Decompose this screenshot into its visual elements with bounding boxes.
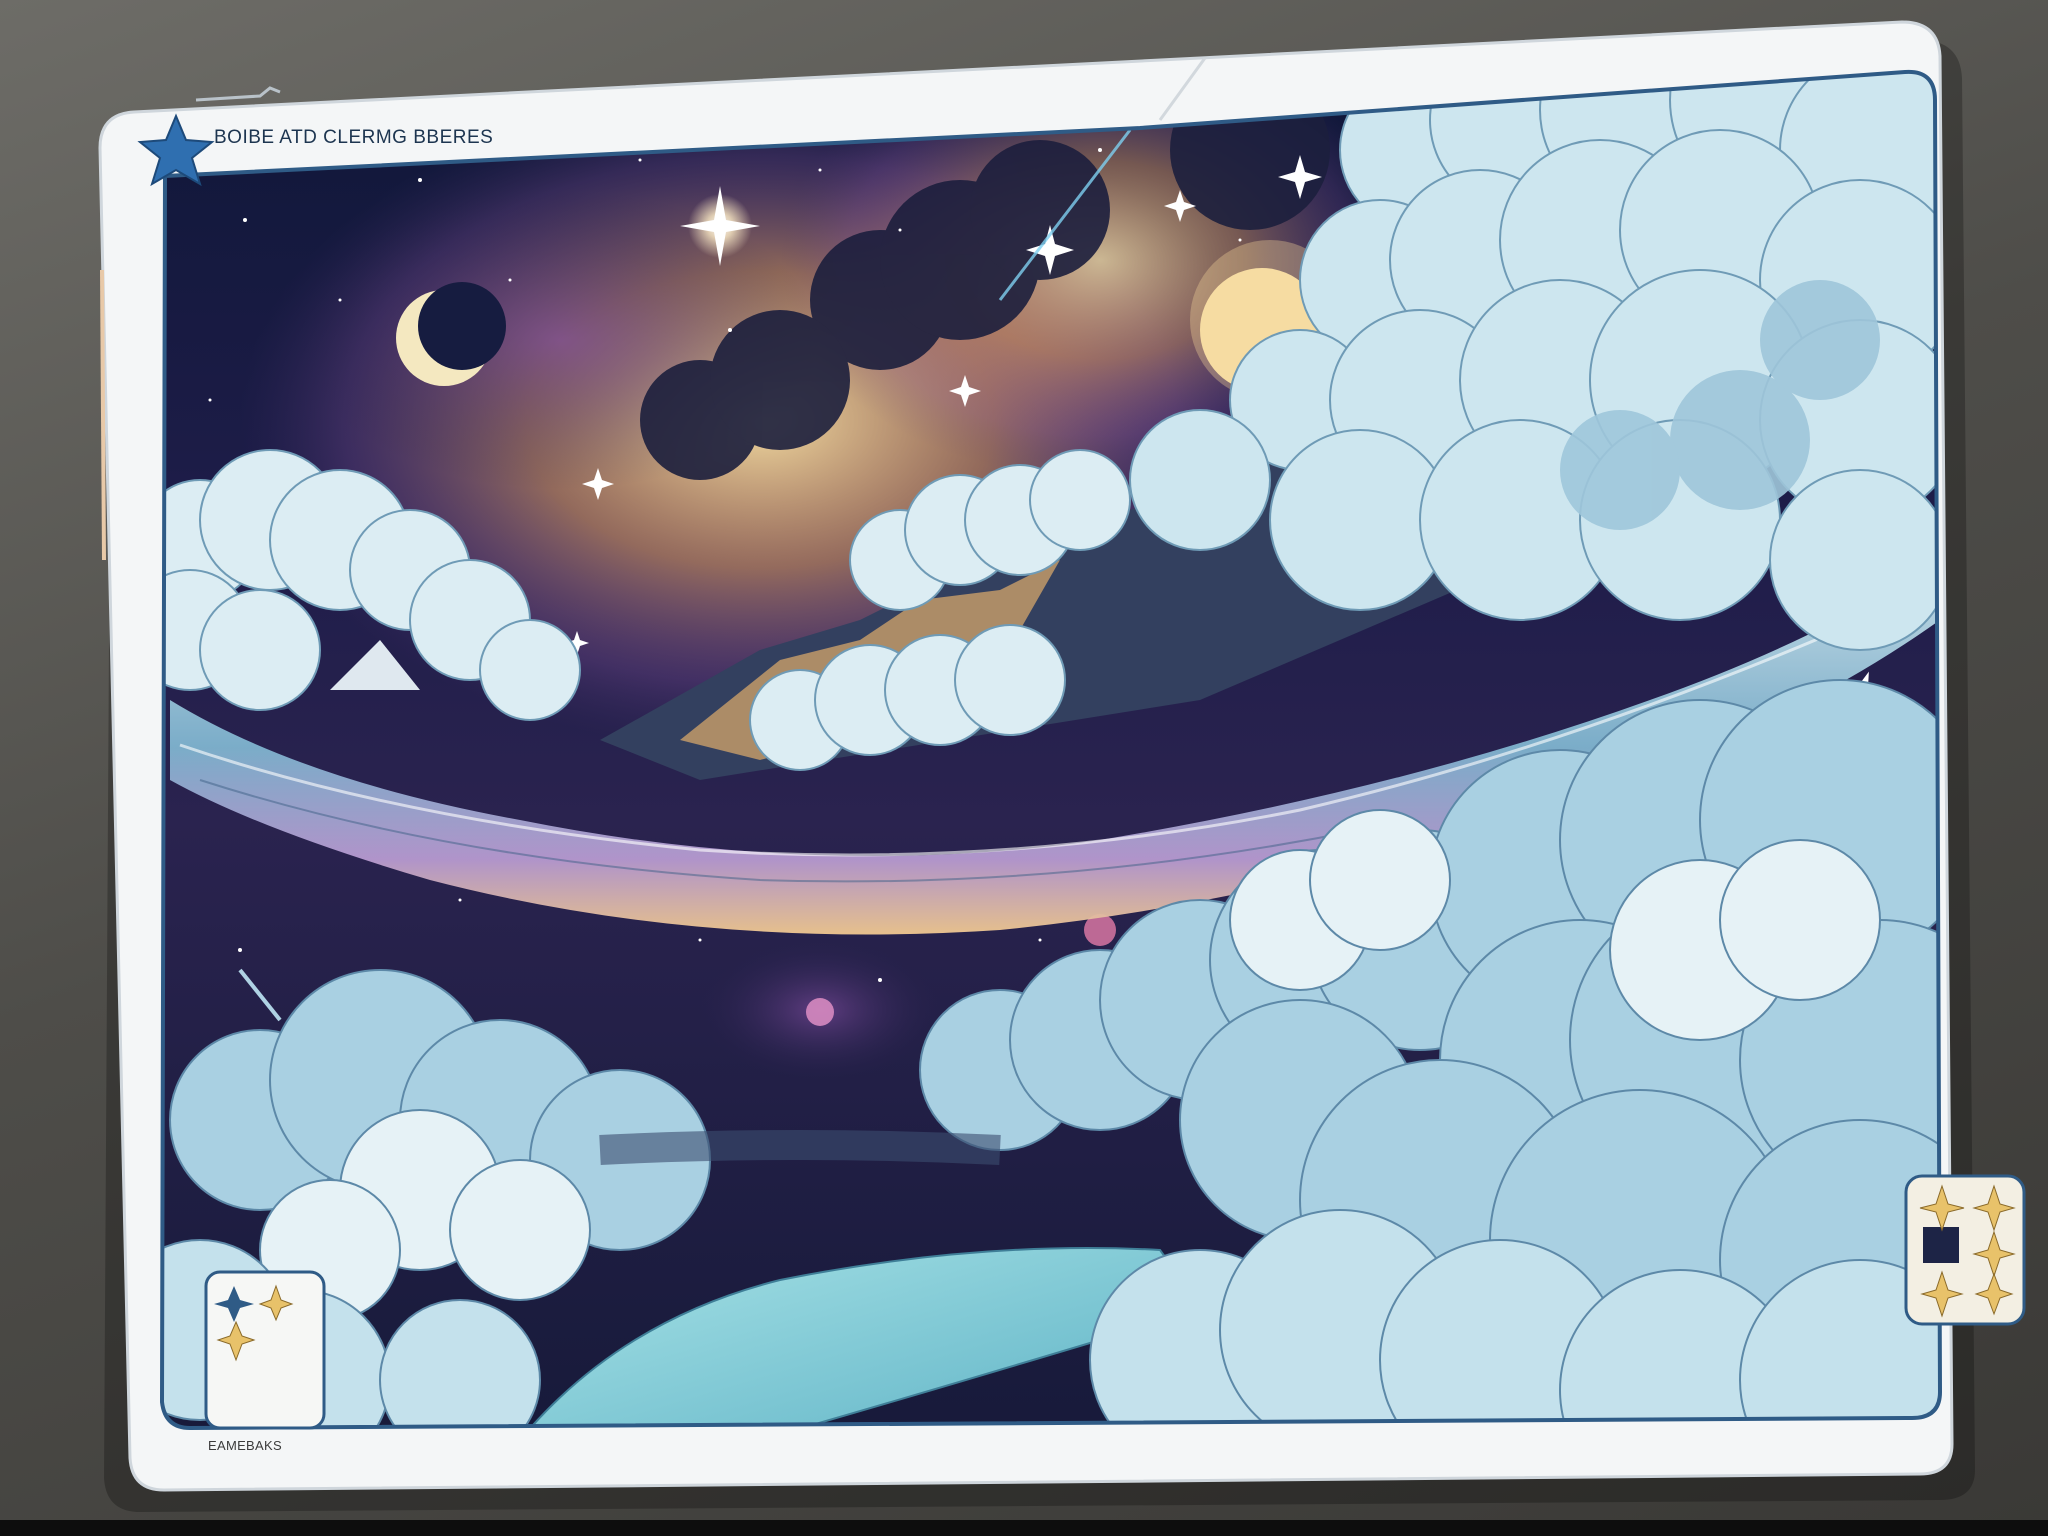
corner-card-right xyxy=(1904,1174,2026,1326)
card-title: BOIBE ATD CLERMG BBERES xyxy=(214,127,494,148)
corner-card-left xyxy=(204,1270,326,1430)
card-side-accent xyxy=(100,269,106,561)
bottom-strip xyxy=(0,1520,2048,1536)
artwork xyxy=(162,71,1940,1428)
card-footer-label: EAMEBAKS xyxy=(208,1438,282,1453)
night-sky-card-scene xyxy=(98,20,2026,1512)
card-edge-tab xyxy=(195,86,281,102)
